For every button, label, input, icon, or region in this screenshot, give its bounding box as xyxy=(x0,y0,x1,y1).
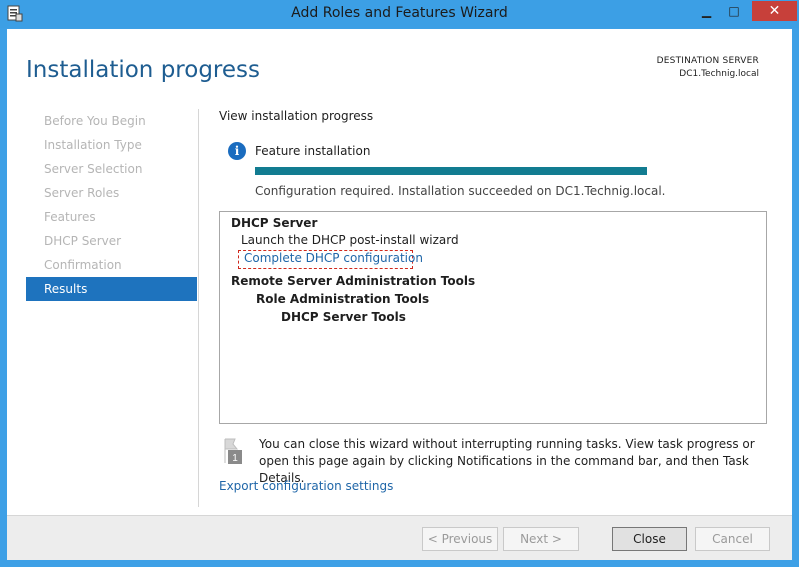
export-configuration-link[interactable]: Export configuration settings xyxy=(219,479,393,493)
nav-item-before-you-begin[interactable]: Before You Begin xyxy=(26,109,197,133)
destination-server-label: DESTINATION SERVER xyxy=(656,56,759,66)
nav-item-confirmation[interactable]: Confirmation xyxy=(26,253,197,277)
minimize-button[interactable]: ▁ xyxy=(694,1,719,21)
progress-bar-fill xyxy=(255,167,647,175)
close-window-button[interactable]: ✕ xyxy=(752,1,797,21)
window-edge xyxy=(793,28,799,567)
feature-installation-label: Feature installation xyxy=(255,144,371,158)
destination-server-name: DC1.Technig.local xyxy=(679,69,759,79)
nav-divider xyxy=(198,109,199,507)
next-button[interactable]: Next > xyxy=(503,527,579,551)
result-rsat: Remote Server Administration Tools xyxy=(231,274,476,288)
wizard-nav: Before You Begin Installation Type Serve… xyxy=(26,109,197,301)
nav-item-results[interactable]: Results xyxy=(26,277,197,301)
close-button[interactable]: Close xyxy=(612,527,687,551)
nav-item-dhcp-server[interactable]: DHCP Server xyxy=(26,229,197,253)
nav-item-features[interactable]: Features xyxy=(26,205,197,229)
result-dhcp-server-tools: DHCP Server Tools xyxy=(281,310,406,324)
nav-item-installation-type[interactable]: Installation Type xyxy=(26,133,197,157)
maximize-button[interactable]: □ xyxy=(719,1,749,21)
previous-button[interactable]: < Previous xyxy=(422,527,498,551)
svg-text:1: 1 xyxy=(232,453,238,464)
result-role-admin-tools: Role Administration Tools xyxy=(256,292,430,306)
complete-dhcp-configuration-link[interactable]: Complete DHCP configuration xyxy=(244,251,423,265)
wizard-footer: < Previous Next > Close Cancel xyxy=(7,515,792,560)
nav-item-server-roles[interactable]: Server Roles xyxy=(26,181,197,205)
results-list[interactable]: DHCP Server Launch the DHCP post-install… xyxy=(219,211,767,424)
section-heading: View installation progress xyxy=(219,109,374,123)
flag-notification-icon: 1 xyxy=(224,438,242,464)
title-bar[interactable]: Add Roles and Features Wizard ▁ □ ✕ xyxy=(0,0,799,28)
info-icon: i xyxy=(228,142,246,160)
installation-status: Configuration required. Installation suc… xyxy=(255,184,666,198)
result-dhcp-server: DHCP Server xyxy=(231,216,318,230)
wizard-client-area: Installation progress DESTINATION SERVER… xyxy=(7,29,792,560)
result-launch-wizard: Launch the DHCP post-install wizard xyxy=(241,233,459,247)
installation-progress-bar xyxy=(255,167,647,175)
cancel-button[interactable]: Cancel xyxy=(695,527,770,551)
page-title: Installation progress xyxy=(26,57,260,83)
window-title: Add Roles and Features Wizard xyxy=(291,5,508,21)
nav-item-server-selection[interactable]: Server Selection xyxy=(26,157,197,181)
